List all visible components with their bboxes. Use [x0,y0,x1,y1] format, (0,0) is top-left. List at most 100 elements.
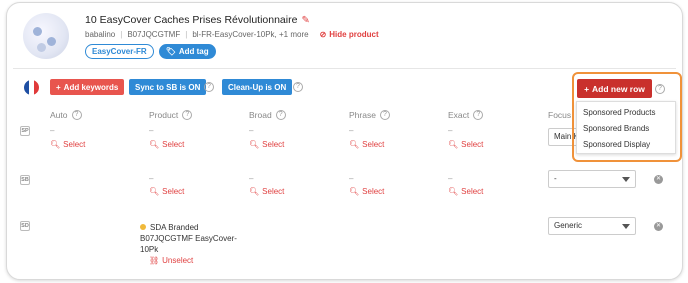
brand-name: babalino [85,30,116,39]
help-icon[interactable]: ? [204,82,214,92]
column-label: Exact [448,110,470,120]
help-icon[interactable]: ? [275,110,286,120]
tag-row: EasyCover-FR 🏷 Add tag [85,44,216,59]
edit-pencil-icon[interactable]: ✎ [301,15,309,26]
select-label: Select [362,187,385,196]
product-title-row: 10 EasyCover Caches Prises Révolutionnai… [85,14,310,26]
add-keywords-button[interactable]: + Add keywords [50,79,125,95]
meta-separator: | [185,30,188,39]
select-link-broad[interactable]: 🔍︎ Select [249,140,284,149]
plus-icon: + [56,82,61,92]
row-badge-sd: SD [20,221,30,231]
search-icon: 🔍︎ [50,140,61,149]
help-icon[interactable]: ? [293,82,303,92]
row-badge-sp: SP [20,126,30,136]
search-icon: 🔍︎ [249,187,260,196]
cleanup-toggle[interactable]: Clean-Up is ON [222,79,293,95]
cell-dash: – [448,174,453,183]
chevron-down-icon [622,224,630,229]
product-title: 10 EasyCover Caches Prises Révolutionnai… [85,14,298,26]
focus-value: - [554,174,557,183]
add-keywords-label: Add keywords [63,82,119,92]
hide-product-button[interactable]: ⊘ Hide product [320,30,379,39]
cleanup-label: Clean-Up is ON [228,82,287,92]
focus-select-sd[interactable]: Generic [548,217,636,235]
column-header-auto: Auto? [50,110,82,120]
select-link-auto[interactable]: 🔍︎ Select [50,140,85,149]
cell-dash: – [349,174,354,183]
meta-separator: | [120,30,123,39]
cell-dash: – [149,174,154,183]
select-link-product[interactable]: 🔍︎ Select [149,187,184,196]
tag-chip[interactable]: EasyCover-FR [85,44,154,59]
column-label: Product [149,110,179,120]
remove-row-icon[interactable]: ✕ [654,175,663,184]
search-icon: 🔍︎ [448,187,459,196]
sda-sku: 10Pk [140,245,159,254]
search-icon: 🔍︎ [149,140,160,149]
select-link-phrase[interactable]: 🔍︎ Select [349,140,384,149]
select-label: Select [63,140,86,149]
sda-product-cell: SDA Branded B07JQCGTMF EasyCover- 10Pk [140,222,237,255]
cell-dash: – [249,126,254,135]
select-label: Select [461,140,484,149]
column-label: Phrase [349,110,376,120]
search-icon: 🔍︎ [448,140,459,149]
france-flag-icon [24,80,39,95]
search-icon: 🔍︎ [249,140,260,149]
select-link-exact[interactable]: 🔍︎ Select [448,187,483,196]
select-label: Select [362,140,385,149]
divider [13,68,676,69]
select-link-exact[interactable]: 🔍︎ Select [448,140,483,149]
menu-item-sponsored-display[interactable]: Sponsored Display [577,137,675,153]
chevron-down-icon [622,177,630,182]
help-icon[interactable]: ? [182,110,193,120]
select-label: Select [162,140,185,149]
cell-dash: – [448,126,453,135]
search-icon: 🔍︎ [349,140,360,149]
add-row-menu: Sponsored Products Sponsored Brands Spon… [576,101,676,154]
select-link-product[interactable]: 🔍︎ Select [149,140,184,149]
status-dot-icon [140,224,146,230]
help-icon[interactable]: ? [655,84,665,94]
unselect-label: Unselect [162,256,194,265]
add-new-row-label: Add new row [592,83,645,94]
sync-sb-label: Sync to SB is ON [135,82,201,92]
help-icon[interactable]: ? [473,110,484,120]
sku-value[interactable]: bl-FR-EasyCover-10Pk, +1 more [192,30,308,39]
cell-dash: – [50,126,55,135]
search-icon: 🔍︎ [149,187,160,196]
focus-select-sb[interactable]: - [548,170,636,188]
add-new-row-button[interactable]: + Add new row [577,79,652,98]
column-label: Broad [249,110,272,120]
remove-row-icon[interactable]: ✕ [654,222,663,231]
cell-dash: – [149,126,154,135]
sync-sb-toggle[interactable]: Sync to SB is ON [129,79,207,95]
add-tag-label: Add tag [178,47,209,56]
column-header-phrase: Phrase? [349,110,390,120]
select-label: Select [461,187,484,196]
select-label: Select [162,187,185,196]
add-tag-button[interactable]: 🏷 Add tag [158,44,216,59]
sda-asin: B07JQCGTMF EasyCover- [140,234,237,243]
select-link-phrase[interactable]: 🔍︎ Select [349,187,384,196]
column-header-broad: Broad? [249,110,286,120]
help-icon[interactable]: ? [379,110,390,120]
plus-icon: + [584,83,590,94]
tag-icon: 🏷 [165,47,176,56]
asin-value: B07JQCGTMF [127,30,181,39]
search-icon: 🔍︎ [349,187,360,196]
unselect-link[interactable]: ⛓ Unselect [149,256,193,265]
column-label: Auto [50,110,68,120]
menu-item-sponsored-products[interactable]: Sponsored Products [577,105,675,121]
column-header-focus: Focus [548,110,571,120]
select-label: Select [262,140,285,149]
menu-item-sponsored-brands[interactable]: Sponsored Brands [577,121,675,137]
cell-dash: – [349,126,354,135]
column-header-product: Product? [149,110,193,120]
column-label: Focus [548,110,572,120]
select-link-broad[interactable]: 🔍︎ Select [249,187,284,196]
row-badge-sb: SB [20,175,30,185]
eye-slash-icon: ⊘ [319,30,327,39]
help-icon[interactable]: ? [71,110,82,120]
